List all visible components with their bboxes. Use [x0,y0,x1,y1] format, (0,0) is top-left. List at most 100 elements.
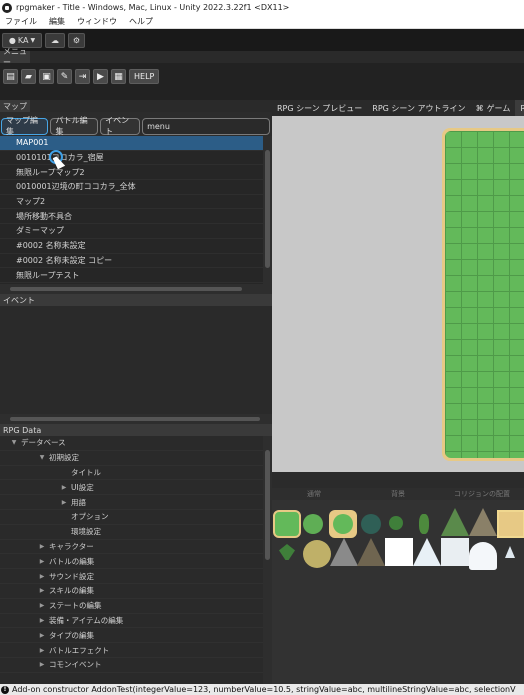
tab-rpg-scene-outline[interactable]: RPG シーン アウトライン [367,100,470,116]
tree-node[interactable]: ▶ 用語 [0,495,272,510]
palette-tile-straw[interactable] [303,540,331,568]
menu-file[interactable]: ファイル [5,16,37,27]
palette-tile-palm[interactable] [279,544,295,560]
tree-node[interactable]: ▶ タイプの編集 [0,628,272,644]
menu-panel-tab[interactable]: メニュー [0,47,30,67]
palette-tile-bush[interactable] [303,514,323,534]
rpg-tree-vscroll[interactable] [263,436,272,684]
export-button[interactable]: ⇥ [75,69,90,84]
chevron-right-icon[interactable]: ▶ [38,617,46,624]
tab-game[interactable]: ⌘ ゲーム [471,100,516,116]
map-panel-tab[interactable]: マップ [0,100,30,112]
tab-menu[interactable]: menu [142,117,270,135]
palette-tile-gray-rocks[interactable] [330,538,358,566]
tab-palette-collision[interactable]: コリジョンの配置 [440,489,524,499]
tree-node[interactable]: ▶ UI設定 [0,480,272,496]
chevron-down-icon[interactable]: ▼ [10,439,18,446]
palette-tile-pine[interactable] [441,508,469,536]
scene-view[interactable] [272,116,524,472]
account-icon: ● [8,35,16,45]
map-list-hscroll-thumb[interactable] [10,287,242,291]
chevron-right-icon[interactable]: ▶ [60,499,68,506]
palette-tile-snow[interactable] [441,538,469,566]
palette-tile-dark-bush[interactable] [361,514,381,534]
palette-tile-tree-thin[interactable] [419,514,429,534]
chevron-right-icon[interactable]: ▶ [38,587,46,594]
tree-node[interactable]: ▶ キャラクター [0,540,272,555]
chevron-right-icon[interactable]: ▶ [38,543,46,550]
tab-map-edit[interactable]: マップ編集 [1,116,49,136]
tree-node[interactable]: ▶ バトルエフェクト [0,643,272,658]
event-hscroll[interactable] [0,414,272,424]
chevron-right-icon[interactable]: ▶ [38,661,46,668]
cloud-button[interactable]: ☁ [45,32,65,48]
event-panel-header[interactable]: イベント [0,294,272,306]
tree-node[interactable]: ▼ データベース [0,436,272,451]
scene-tabs: RPG シーン プレビュー RPG シーン アウトライン ⌘ ゲーム RPG [272,100,524,116]
map-list-item[interactable]: ダミーマップ [0,224,263,239]
chevron-right-icon[interactable]: ▶ [38,632,46,639]
palette-tile-ice-shard[interactable] [505,546,515,558]
map-list-hscroll[interactable] [0,284,272,294]
map-list-item[interactable]: MAP001 [0,136,263,151]
palette-tile-white[interactable] [385,538,413,566]
tree-node[interactable]: ▶ コモンイベント [0,658,272,673]
pencil-button[interactable]: ✎ [57,69,72,84]
map-list-item[interactable]: 無限ループマップ2 [0,165,263,181]
palette-tile-tree-small[interactable] [389,516,403,530]
help-button[interactable]: HELP [129,69,160,84]
chevron-right-icon[interactable]: ▶ [38,573,46,580]
map-list-vscroll-thumb[interactable] [265,150,270,268]
tree-node[interactable]: タイトル [0,466,272,481]
chevron-right-icon[interactable]: ▶ [60,484,68,491]
menu-help[interactable]: ヘルプ [129,16,153,27]
open-folder-button[interactable]: ▰ [21,69,36,84]
map-list-item[interactable]: マップ2 [0,195,263,210]
new-file-button[interactable]: ▤ [3,69,18,84]
tab-rpg-scene-preview[interactable]: RPG シーン プレビュー [272,100,367,116]
map-list-item[interactable]: 場所移動不具合 [0,209,263,225]
play-button[interactable]: ▶ [93,69,108,84]
settings-button[interactable]: ⚙ [68,32,85,48]
save-button[interactable]: ▣ [39,69,54,84]
chevron-right-icon[interactable]: ▶ [38,558,46,565]
tab-palette-normal[interactable]: 通常 [272,489,356,499]
tree-node[interactable]: ▶ ステートの編集 [0,599,272,614]
event-hscroll-thumb[interactable] [10,417,260,421]
map-list-item[interactable]: 0010001辺境の町ココカラ_全体 [0,180,263,195]
tab-rpg-scene[interactable]: RPG [515,100,524,116]
tree-node[interactable]: 環境設定 [0,525,272,540]
tab-event[interactable]: イベント [100,116,141,136]
rpg-data-header[interactable]: RPG Data [0,424,272,436]
rpg-data-tree: ▼ データベース ▼ 初期設定 タイトル ▶ UI設定 ▶ 用語 オプション 環境設定 ▶ キャラクター… [0,436,272,684]
rpg-tree-vscroll-thumb[interactable] [265,450,270,560]
tab-battle-edit[interactable]: バトル編集 [50,116,99,136]
tree-node[interactable]: オプション [0,510,272,525]
palette-tile-grass-round[interactable] [329,510,357,538]
map-grid-preview[interactable] [442,128,524,461]
menu-edit[interactable]: 編集 [49,16,65,27]
map-list-vscroll[interactable] [263,136,272,284]
tree-node[interactable]: ▶ サウンド設定 [0,569,272,584]
tree-node[interactable]: ▶ バトルの編集 [0,554,272,570]
palette-tile-rock-pile[interactable] [469,508,497,536]
tree-node[interactable]: ▶ スキルの編集 [0,584,272,599]
palette-tile-brown-rocks[interactable] [357,538,385,566]
map-list-item[interactable]: #0002 名称未設定 コピー [0,254,263,269]
grid-tool-button[interactable]: ▦ [111,69,126,84]
map-list-item[interactable]: #0002 名称未設定 [0,239,263,254]
chevron-right-icon[interactable]: ▶ [38,647,46,654]
chevron-right-icon[interactable]: ▶ [38,602,46,609]
palette-tile-sand[interactable] [497,510,524,538]
map-list-item[interactable]: 0010101ココカラ_宿屋 [0,151,263,166]
tree-node[interactable]: ▼ 初期設定 [0,451,272,466]
chevron-down-icon[interactable]: ▼ [38,454,46,461]
menu-window[interactable]: ウィンドウ [77,16,117,27]
tree-node-label: バトルの編集 [49,556,95,566]
tree-node[interactable]: ▶ 装備・アイテムの編集 [0,614,272,629]
palette-tile-snow-mound[interactable] [469,542,497,570]
tab-palette-background[interactable]: 背景 [356,489,440,499]
map-list-item[interactable]: 無限ループテスト [0,268,263,283]
palette-tile-ice-peak[interactable] [413,538,441,566]
palette-tile-grass-selected[interactable] [273,510,301,538]
